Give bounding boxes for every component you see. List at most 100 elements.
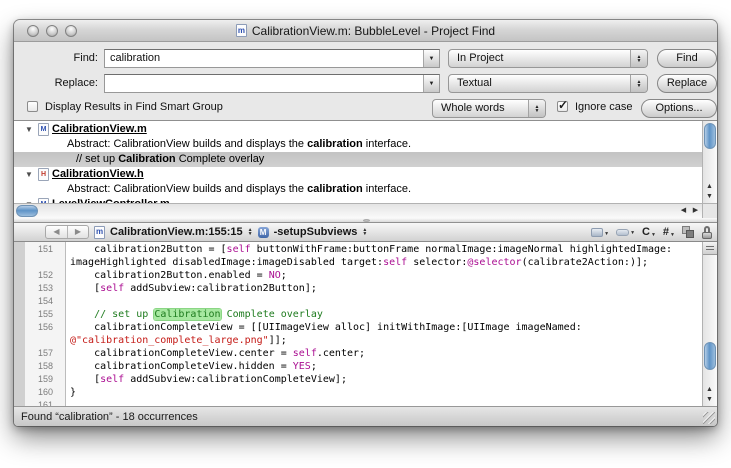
result-text: interface. bbox=[363, 138, 411, 150]
caret-down-icon: ▼ bbox=[670, 232, 675, 238]
popup-arrows-icon: ▲▼ bbox=[528, 100, 545, 117]
results-vertical-scrollbar[interactable]: ▲ ▼ bbox=[702, 121, 717, 203]
ignore-case-checkbox[interactable]: ✓ bbox=[557, 101, 568, 112]
code-token: NO bbox=[269, 270, 281, 281]
resize-grip[interactable] bbox=[703, 412, 715, 424]
code-text: calibration2Button.enabled = NO; bbox=[60, 269, 287, 282]
caret-down-icon: ▼ bbox=[651, 232, 656, 238]
replace-button[interactable]: Replace bbox=[657, 74, 717, 93]
line-number bbox=[14, 334, 60, 347]
code-line: 159 [self addSubview:calibrationComplete… bbox=[14, 373, 702, 386]
find-history-dropdown-icon[interactable]: ▼ bbox=[423, 50, 439, 67]
popup-arrows-icon: ▲▼ bbox=[630, 50, 647, 67]
lock-icon bbox=[704, 226, 710, 232]
code-editor[interactable]: 151 calibration2Button = [self buttonWit… bbox=[14, 242, 717, 406]
code-token: calibration2Button = [ bbox=[70, 244, 227, 255]
symbol-menu[interactable]: -setupSubviews bbox=[274, 226, 358, 238]
code-line: 152 calibration2Button.enabled = NO; bbox=[14, 269, 702, 282]
mode-popup[interactable]: Textual ▲▼ bbox=[448, 74, 648, 93]
find-input[interactable]: calibration ▼ bbox=[104, 49, 440, 68]
close-button[interactable] bbox=[27, 25, 39, 37]
caret-down-icon: ▼ bbox=[630, 230, 635, 236]
includes-menu[interactable]: #▼ bbox=[663, 226, 675, 238]
search-results-pane: ▼mCalibrationView.mAbstract: Calibration… bbox=[14, 120, 717, 218]
window-title-text: CalibrationView.m: BubbleLevel - Project… bbox=[252, 24, 495, 38]
find-button[interactable]: Find bbox=[657, 49, 717, 68]
editor-vertical-scrollbar[interactable]: ▲ ▼ bbox=[702, 242, 717, 406]
zoom-button[interactable] bbox=[65, 25, 77, 37]
scroll-up-icon[interactable]: ▲ bbox=[703, 182, 716, 192]
find-panel: Find: calibration ▼ In Project ▲▼ Find R… bbox=[14, 42, 717, 120]
replace-history-dropdown-icon[interactable]: ▼ bbox=[423, 75, 439, 92]
scrollbar-thumb[interactable] bbox=[16, 205, 38, 217]
symbol-stepper[interactable]: ▲▼ bbox=[362, 228, 367, 236]
result-detail-row[interactable]: Abstract: CalibrationView builds and dis… bbox=[14, 182, 702, 197]
scroll-down-icon[interactable]: ▼ bbox=[703, 395, 716, 405]
code-line: 151 calibration2Button = [self buttonWit… bbox=[14, 243, 702, 256]
code-text: calibrationCompleteView = [[UIImageView … bbox=[60, 321, 582, 334]
result-text: Abstract: CalibrationView builds and dis… bbox=[67, 183, 307, 195]
window-title: m CalibrationView.m: BubbleLevel - Proje… bbox=[236, 24, 495, 38]
results-horizontal-scrollbar[interactable]: ◀ ▶ bbox=[14, 203, 702, 218]
title-bar[interactable]: m CalibrationView.m: BubbleLevel - Proje… bbox=[14, 20, 717, 42]
counterpart-icon bbox=[686, 230, 694, 238]
code-token: .center; bbox=[317, 348, 365, 359]
code-token: ; bbox=[281, 270, 287, 281]
find-label: Find: bbox=[14, 49, 98, 68]
code-line: 158 calibrationCompleteView.hidden = YES… bbox=[14, 360, 702, 373]
results-list[interactable]: ▼mCalibrationView.mAbstract: Calibration… bbox=[14, 122, 702, 212]
code-line: 160} bbox=[14, 386, 702, 399]
minimize-button[interactable] bbox=[46, 25, 58, 37]
scrollbar-thumb[interactable] bbox=[704, 123, 716, 149]
code-token: [ bbox=[70, 283, 100, 294]
scroll-up-icon[interactable]: ▲ bbox=[703, 385, 716, 395]
code-token: addSubview:calibrationCompleteView]; bbox=[124, 374, 347, 385]
breakpoints-menu[interactable]: ▼ bbox=[616, 229, 635, 236]
code-token: (calibrate2Action:)]; bbox=[522, 257, 648, 268]
result-file-row[interactable]: ▼hCalibrationView.h bbox=[14, 167, 702, 182]
code-token: selector: bbox=[407, 257, 467, 268]
scope-popup[interactable]: In Project ▲▼ bbox=[448, 49, 648, 68]
file-stepper[interactable]: ▲▼ bbox=[248, 228, 253, 236]
disclosure-triangle-icon[interactable]: ▼ bbox=[25, 167, 33, 182]
result-match-row[interactable]: // set up Calibration Complete overlay bbox=[14, 152, 702, 167]
c-menu-label: C bbox=[642, 226, 650, 238]
scroll-right-icon[interactable]: ▶ bbox=[689, 204, 702, 218]
counterpart-button[interactable] bbox=[682, 226, 695, 239]
code-token: self bbox=[383, 257, 407, 268]
split-editor-button[interactable] bbox=[703, 242, 717, 255]
disclosure-triangle-icon[interactable]: ▼ bbox=[25, 122, 33, 137]
bookmark-icon bbox=[591, 228, 603, 237]
code-token: addSubview:calibration2Button]; bbox=[124, 283, 317, 294]
result-detail-row[interactable]: Abstract: CalibrationView builds and dis… bbox=[14, 137, 702, 152]
code-token: buttonWithFrame:buttonFrame normalImage:… bbox=[251, 244, 672, 255]
file-location-menu[interactable]: CalibrationView.m:155:15 bbox=[110, 226, 243, 238]
line-number: 154 bbox=[14, 295, 60, 308]
code-text: [self addSubview:calibration2Button]; bbox=[60, 282, 317, 295]
line-number: 159 bbox=[14, 373, 60, 386]
smart-group-checkbox[interactable] bbox=[27, 101, 38, 112]
code-token: calibrationCompleteView.hidden = bbox=[70, 361, 293, 372]
result-file-row[interactable]: ▼mCalibrationView.m bbox=[14, 122, 702, 137]
replace-label: Replace: bbox=[14, 74, 98, 93]
result-text: Calibration bbox=[118, 153, 175, 165]
scroll-down-icon[interactable]: ▼ bbox=[703, 192, 716, 202]
match-style-popup[interactable]: Whole words ▲▼ bbox=[432, 99, 546, 118]
pane-splitter[interactable] bbox=[14, 218, 717, 223]
code-line: 154 bbox=[14, 295, 702, 308]
options-button[interactable]: Options... bbox=[641, 99, 717, 118]
line-number: 151 bbox=[14, 243, 60, 256]
project-find-window: m CalibrationView.m: BubbleLevel - Proje… bbox=[14, 20, 717, 426]
class-hierarchy-menu[interactable]: C▼ bbox=[642, 226, 656, 238]
caret-down-icon: ▼ bbox=[604, 231, 609, 237]
editor-nav-bar: ◀ ▶ m CalibrationView.m:155:15 ▲▼ M -set… bbox=[14, 223, 717, 242]
back-button[interactable]: ◀ bbox=[46, 226, 67, 238]
replace-input[interactable]: ▼ bbox=[104, 74, 440, 93]
nav-bar-tools: ▼ ▼ C▼ #▼ bbox=[591, 226, 712, 239]
lock-button[interactable] bbox=[702, 226, 712, 239]
code-text: calibration2Button = [self buttonWithFra… bbox=[60, 243, 672, 256]
forward-button[interactable]: ▶ bbox=[67, 226, 88, 238]
result-text: calibration bbox=[307, 138, 363, 150]
scrollbar-thumb[interactable] bbox=[704, 342, 716, 370]
bookmarks-menu[interactable]: ▼ bbox=[591, 228, 609, 237]
